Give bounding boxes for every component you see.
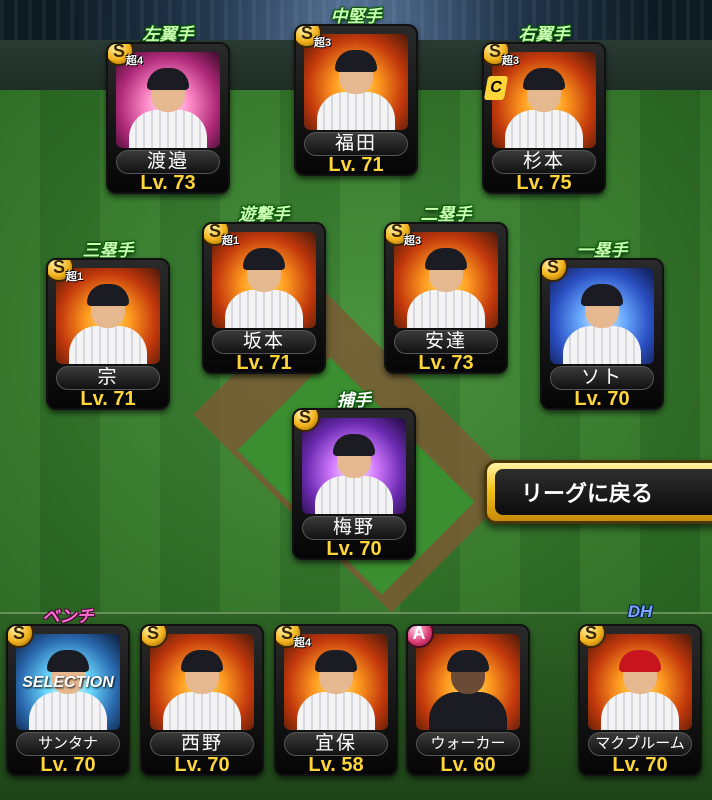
lineup-slot-ss: 遊撃手 S 超1 坂本 Lv. 71 <box>202 205 326 374</box>
player-card-dh[interactable]: S マクブルーム Lv. 70 <box>578 624 702 776</box>
lineup-slot-lf: 左翼手 S 超4 渡邉 Lv. 73 <box>106 25 230 194</box>
lineup-slot-dh: DH S マクブルーム Lv. 70 <box>578 602 702 776</box>
player-name: 西野 <box>150 732 254 756</box>
back-to-league-button[interactable]: リーグに戻る <box>484 460 712 524</box>
player-name: 杉本 <box>492 150 596 174</box>
player-card-3b[interactable]: S 超1 宗 Lv. 71 <box>46 258 170 410</box>
player-name: 宜保 <box>284 732 388 756</box>
player-card-2b[interactable]: S 超3 安達 Lv. 73 <box>384 222 508 374</box>
bench-card[interactable]: S 超4 宜保 Lv. 58 <box>274 624 398 776</box>
bench-card[interactable]: A ウォーカー Lv. 60 <box>406 624 530 776</box>
player-portrait: SELECTION <box>16 634 120 730</box>
limit-break-tag: 超4 <box>294 637 312 649</box>
player-level: Lv. 71 <box>236 352 292 374</box>
player-level: Lv. 70 <box>174 754 230 776</box>
limit-break-tag: 超1 <box>222 235 240 247</box>
player-figure-icon <box>311 432 397 514</box>
position-label: DH <box>627 602 653 621</box>
limit-break-tag: 超3 <box>314 37 332 49</box>
bench-slot-2: S 西野 Lv. 70 <box>140 624 264 776</box>
player-figure-icon <box>313 48 399 130</box>
player-name: 梅野 <box>302 516 406 540</box>
player-name: 坂本 <box>212 330 316 354</box>
player-level: Lv. 70 <box>326 538 382 560</box>
player-level: Lv. 73 <box>140 172 196 194</box>
limit-break-tag: 超1 <box>66 271 84 283</box>
player-name: ウォーカー <box>416 732 520 756</box>
player-level: Lv. 58 <box>308 754 364 776</box>
player-name: サンタナ <box>16 732 120 756</box>
player-name: 安達 <box>394 330 498 354</box>
player-level: Lv. 70 <box>40 754 96 776</box>
player-level: Lv. 73 <box>418 352 474 374</box>
limit-break-tag: 超3 <box>502 55 520 67</box>
player-figure-icon <box>425 648 511 730</box>
player-level: Lv. 75 <box>516 172 572 194</box>
player-figure-icon <box>65 282 151 364</box>
captain-icon: C <box>484 76 509 100</box>
lineup-slot-1b: 一塁手 S ソト Lv. 70 <box>540 241 664 410</box>
bench-slot-1: ベンチ S SELECTION サンタナ Lv. 70 <box>6 607 130 776</box>
limit-break-tag: 超3 <box>404 235 422 247</box>
player-card-1b[interactable]: S ソト Lv. 70 <box>540 258 664 410</box>
player-level: Lv. 70 <box>612 754 668 776</box>
player-name: 渡邉 <box>116 150 220 174</box>
player-level: Lv. 71 <box>328 154 384 176</box>
player-level: Lv. 60 <box>440 754 496 776</box>
player-figure-icon <box>403 246 489 328</box>
bench-slot-3: S 超4 宜保 Lv. 58 <box>274 624 398 776</box>
lineup-slot-2b: 二塁手 S 超3 安達 Lv. 73 <box>384 205 508 374</box>
lineup-slot-rf: 右翼手 S 超3 C 杉本 Lv. 75 <box>482 25 606 194</box>
selection-overlay-text: SELECTION <box>22 674 114 691</box>
bench-card[interactable]: S SELECTION サンタナ Lv. 70 <box>6 624 130 776</box>
player-portrait <box>150 634 254 730</box>
player-name: ソト <box>550 366 654 390</box>
player-card-ss[interactable]: S 超1 坂本 Lv. 71 <box>202 222 326 374</box>
player-portrait <box>588 634 692 730</box>
limit-break-tag: 超4 <box>126 55 144 67</box>
player-portrait <box>302 418 406 514</box>
player-figure-icon <box>293 648 379 730</box>
player-card-lf[interactable]: S 超4 渡邉 Lv. 73 <box>106 42 230 194</box>
bench-card[interactable]: S 西野 Lv. 70 <box>140 624 264 776</box>
player-card-rf[interactable]: S 超3 C 杉本 Lv. 75 <box>482 42 606 194</box>
player-figure-icon <box>125 66 211 148</box>
player-figure-icon <box>559 282 645 364</box>
player-card-c[interactable]: S 梅野 Lv. 70 <box>292 408 416 560</box>
lineup-slot-3b: 三塁手 S 超1 宗 Lv. 71 <box>46 241 170 410</box>
bench-slot-4: A ウォーカー Lv. 60 <box>406 624 530 776</box>
player-name: マクブルーム <box>588 732 692 756</box>
player-portrait <box>550 268 654 364</box>
player-level: Lv. 71 <box>80 388 136 410</box>
lineup-slot-cf: 中堅手 S 超3 福田 Lv. 71 <box>294 7 418 176</box>
back-to-league-label: リーグに戻る <box>495 469 712 515</box>
lineup-slot-c: 捕手 S 梅野 Lv. 70 <box>292 391 416 560</box>
player-name: 福田 <box>304 132 408 156</box>
player-figure-icon <box>221 246 307 328</box>
player-name: 宗 <box>56 366 160 390</box>
player-portrait <box>416 634 520 730</box>
player-figure-icon <box>159 648 245 730</box>
player-figure-icon <box>501 66 587 148</box>
player-card-cf[interactable]: S 超3 福田 Lv. 71 <box>294 24 418 176</box>
player-figure-icon <box>597 648 683 730</box>
player-level: Lv. 70 <box>574 388 630 410</box>
